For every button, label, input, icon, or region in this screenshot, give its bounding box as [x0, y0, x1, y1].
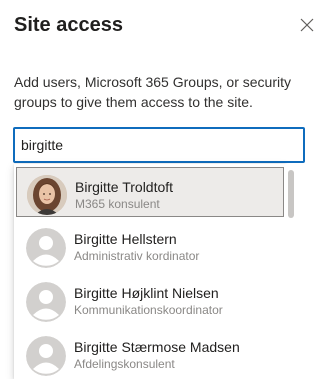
suggestion-subtitle: M365 konsulent — [75, 197, 160, 211]
suggestion-name: Birgitte Højklint Nielsen — [74, 285, 219, 301]
scrollbar-thumb[interactable] — [288, 170, 294, 218]
person-placeholder-icon — [26, 228, 66, 268]
person-photo-icon — [27, 175, 67, 215]
close-icon — [300, 18, 314, 32]
suggestion-item[interactable]: Birgitte Hellstern Administrativ kordina… — [16, 220, 284, 270]
avatar — [27, 175, 67, 215]
suggestion-subtitle: Kommunikationskoordinator — [74, 303, 223, 317]
close-button[interactable] — [296, 14, 318, 36]
suggestion-subtitle: Administrativ kordinator — [74, 249, 200, 263]
people-search-box[interactable] — [13, 127, 305, 163]
avatar — [26, 228, 66, 268]
suggestion-name: Birgitte Hellstern — [74, 231, 177, 247]
person-placeholder-icon — [26, 282, 66, 322]
suggestion-item[interactable]: Birgitte Stærmose Madsen Afdelingskonsul… — [16, 328, 284, 378]
person-placeholder-icon — [26, 336, 66, 376]
avatar — [26, 336, 66, 376]
dropdown-scrollbar[interactable] — [286, 164, 296, 379]
panel-description: Add users, Microsoft 365 Groups, or secu… — [14, 74, 291, 110]
people-search-input[interactable] — [15, 132, 291, 158]
suggestion-name: Birgitte Stærmose Madsen — [74, 339, 240, 355]
suggestion-name: Birgitte Troldtoft — [75, 179, 174, 195]
suggestion-item[interactable]: Birgitte Troldtoft M365 konsulent — [16, 167, 284, 217]
suggestions-dropdown: Birgitte Troldtoft M365 konsulent Birgit… — [14, 164, 286, 379]
site-access-panel: Site access Add users, Microsoft 365 Gro… — [0, 0, 324, 379]
avatar — [26, 282, 66, 322]
suggestion-subtitle: Afdelingskonsulent — [74, 357, 175, 371]
suggestion-item[interactable]: Birgitte Højklint Nielsen Kommunikations… — [16, 274, 284, 324]
panel-title: Site access — [14, 14, 123, 36]
